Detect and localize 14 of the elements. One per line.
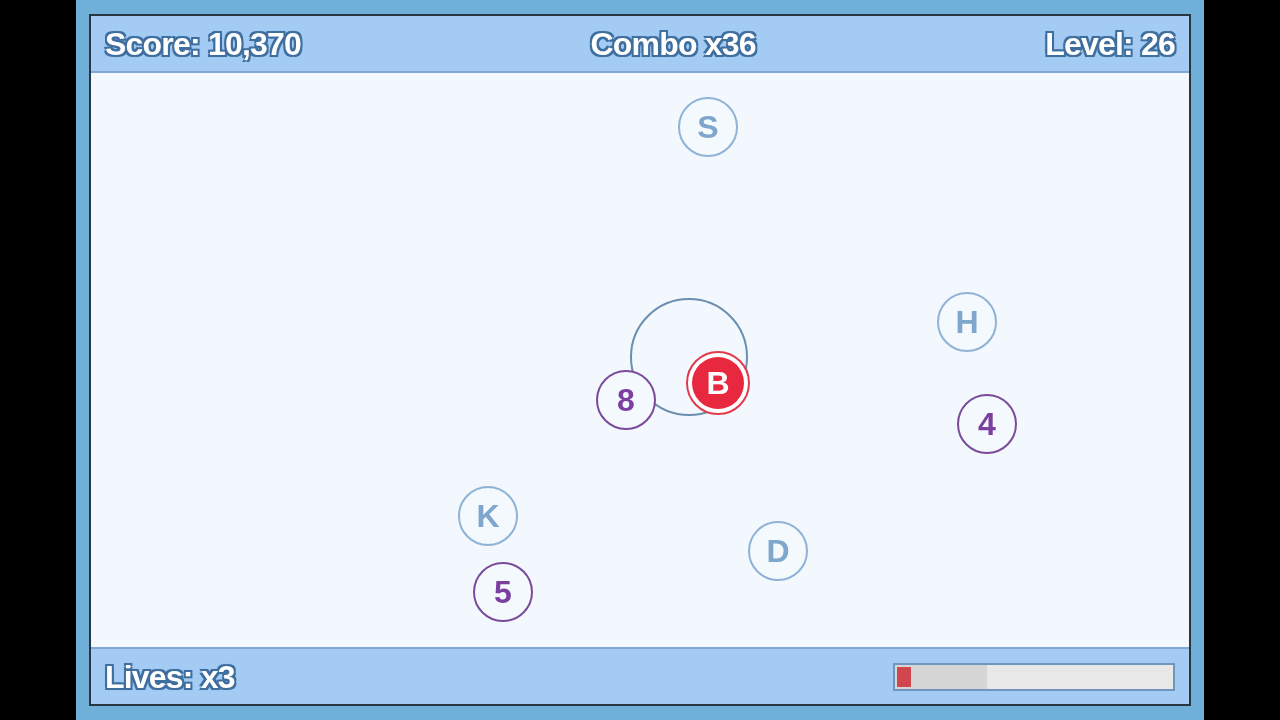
bubble[interactable]: D <box>748 521 808 581</box>
lives-text: Lives: x3 <box>105 660 235 693</box>
score-text: Score: 10,370 <box>105 27 301 60</box>
combo-text: Combo x36 <box>590 27 756 60</box>
level-text: Level: 26 <box>1045 27 1175 60</box>
bubble[interactable]: H <box>937 292 997 352</box>
target-bubble[interactable]: B <box>686 351 750 415</box>
bubble-letter: B <box>692 357 744 409</box>
bubble[interactable]: 8 <box>596 370 656 430</box>
bubble[interactable]: 4 <box>957 394 1017 454</box>
bubble[interactable]: 5 <box>473 562 533 622</box>
progress-marker <box>897 666 911 687</box>
bubble[interactable]: K <box>458 486 518 546</box>
bubble[interactable]: S <box>678 97 738 157</box>
